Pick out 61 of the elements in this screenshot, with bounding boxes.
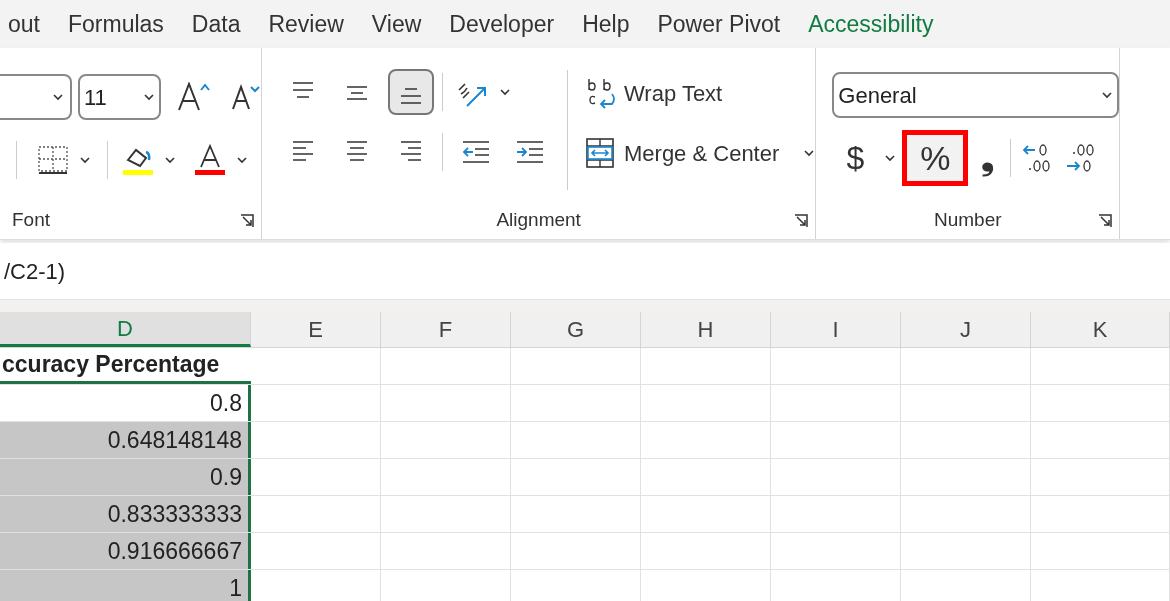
chevron-down-icon xyxy=(52,93,64,101)
font-color-icon[interactable] xyxy=(194,144,226,176)
fill-color-dropdown[interactable] xyxy=(164,156,176,164)
align-bottom-button[interactable] xyxy=(388,69,434,115)
column-header[interactable]: E xyxy=(251,312,381,347)
table-cell: 0.833333333 xyxy=(0,496,251,532)
wrap-text-button[interactable]: Wrap Text xyxy=(586,70,816,116)
font-size-value: 11 xyxy=(84,83,107,112)
currency-dropdown[interactable] xyxy=(884,154,897,162)
table-cell: 0.648148148 xyxy=(0,422,251,458)
column-header[interactable]: J xyxy=(901,312,1031,347)
group-label: Font xyxy=(12,207,51,232)
chevron-down-icon xyxy=(79,156,91,164)
ribbon-tab[interactable]: Data xyxy=(191,12,241,36)
increase-font-size-icon[interactable] xyxy=(177,82,211,112)
column-header[interactable]: F xyxy=(381,312,511,347)
borders-dropdown[interactable] xyxy=(79,156,91,164)
table-cell: 0.916666667 xyxy=(0,533,251,569)
merge-dropdown[interactable] xyxy=(803,149,816,157)
chevron-down-icon xyxy=(884,154,897,162)
ribbon-tab[interactable]: Review xyxy=(268,12,344,36)
chevron-down-icon xyxy=(499,88,511,96)
ribbon-tab[interactable]: Developer xyxy=(449,12,555,36)
font-name-dropdown[interactable] xyxy=(0,74,72,120)
column-header[interactable]: I xyxy=(771,312,901,347)
font-size-dropdown[interactable]: 11 xyxy=(78,74,161,120)
group-label: Number xyxy=(934,207,1002,232)
number-format-dropdown[interactable]: General xyxy=(832,72,1120,118)
merge-and-center-button[interactable]: Merge & Center xyxy=(586,130,780,176)
chevron-down-icon xyxy=(143,93,155,101)
percent-style-button[interactable]: % xyxy=(902,130,969,186)
dialog-launcher-icon[interactable] xyxy=(1097,213,1114,229)
ribbon-tab[interactable]: Formulas xyxy=(68,12,164,36)
currency-button[interactable]: $ xyxy=(840,134,871,182)
borders-icon[interactable] xyxy=(37,145,69,175)
table-cell: 1 xyxy=(0,570,251,601)
comma-style-button[interactable]: ❟ xyxy=(972,141,1003,175)
ribbon-tab[interactable]: Power Pivot xyxy=(657,12,781,36)
orientation-dropdown[interactable] xyxy=(499,88,511,96)
decrease-font-size-icon[interactable] xyxy=(231,84,261,110)
group-label: Alignment xyxy=(496,207,581,232)
ribbon-tab[interactable]: Accessibility xyxy=(808,12,934,36)
dialog-launcher-icon[interactable] xyxy=(239,213,255,229)
column-header[interactable]: K xyxy=(1031,312,1170,347)
number-format-value: General xyxy=(838,81,917,110)
table-cell: 0.9 xyxy=(0,459,251,495)
chevron-down-icon xyxy=(164,156,176,164)
chevron-down-icon xyxy=(236,156,248,164)
dialog-launcher-icon[interactable] xyxy=(793,213,810,229)
column-header[interactable]: D xyxy=(0,312,251,347)
column-header[interactable]: H xyxy=(641,312,771,347)
chevron-down-icon xyxy=(1101,91,1114,99)
font-color-dropdown[interactable] xyxy=(236,156,248,164)
column-header[interactable]: G xyxy=(511,312,641,347)
wrap-text-icon xyxy=(586,77,616,109)
ribbon-tab[interactable]: out xyxy=(8,12,40,36)
chevron-down-icon xyxy=(803,149,816,157)
ribbon-tab[interactable]: Help xyxy=(582,12,630,36)
formula-text: /C2-1) xyxy=(4,257,66,286)
ribbon-tab[interactable]: View xyxy=(371,12,422,36)
merge-cells-icon xyxy=(586,138,614,168)
